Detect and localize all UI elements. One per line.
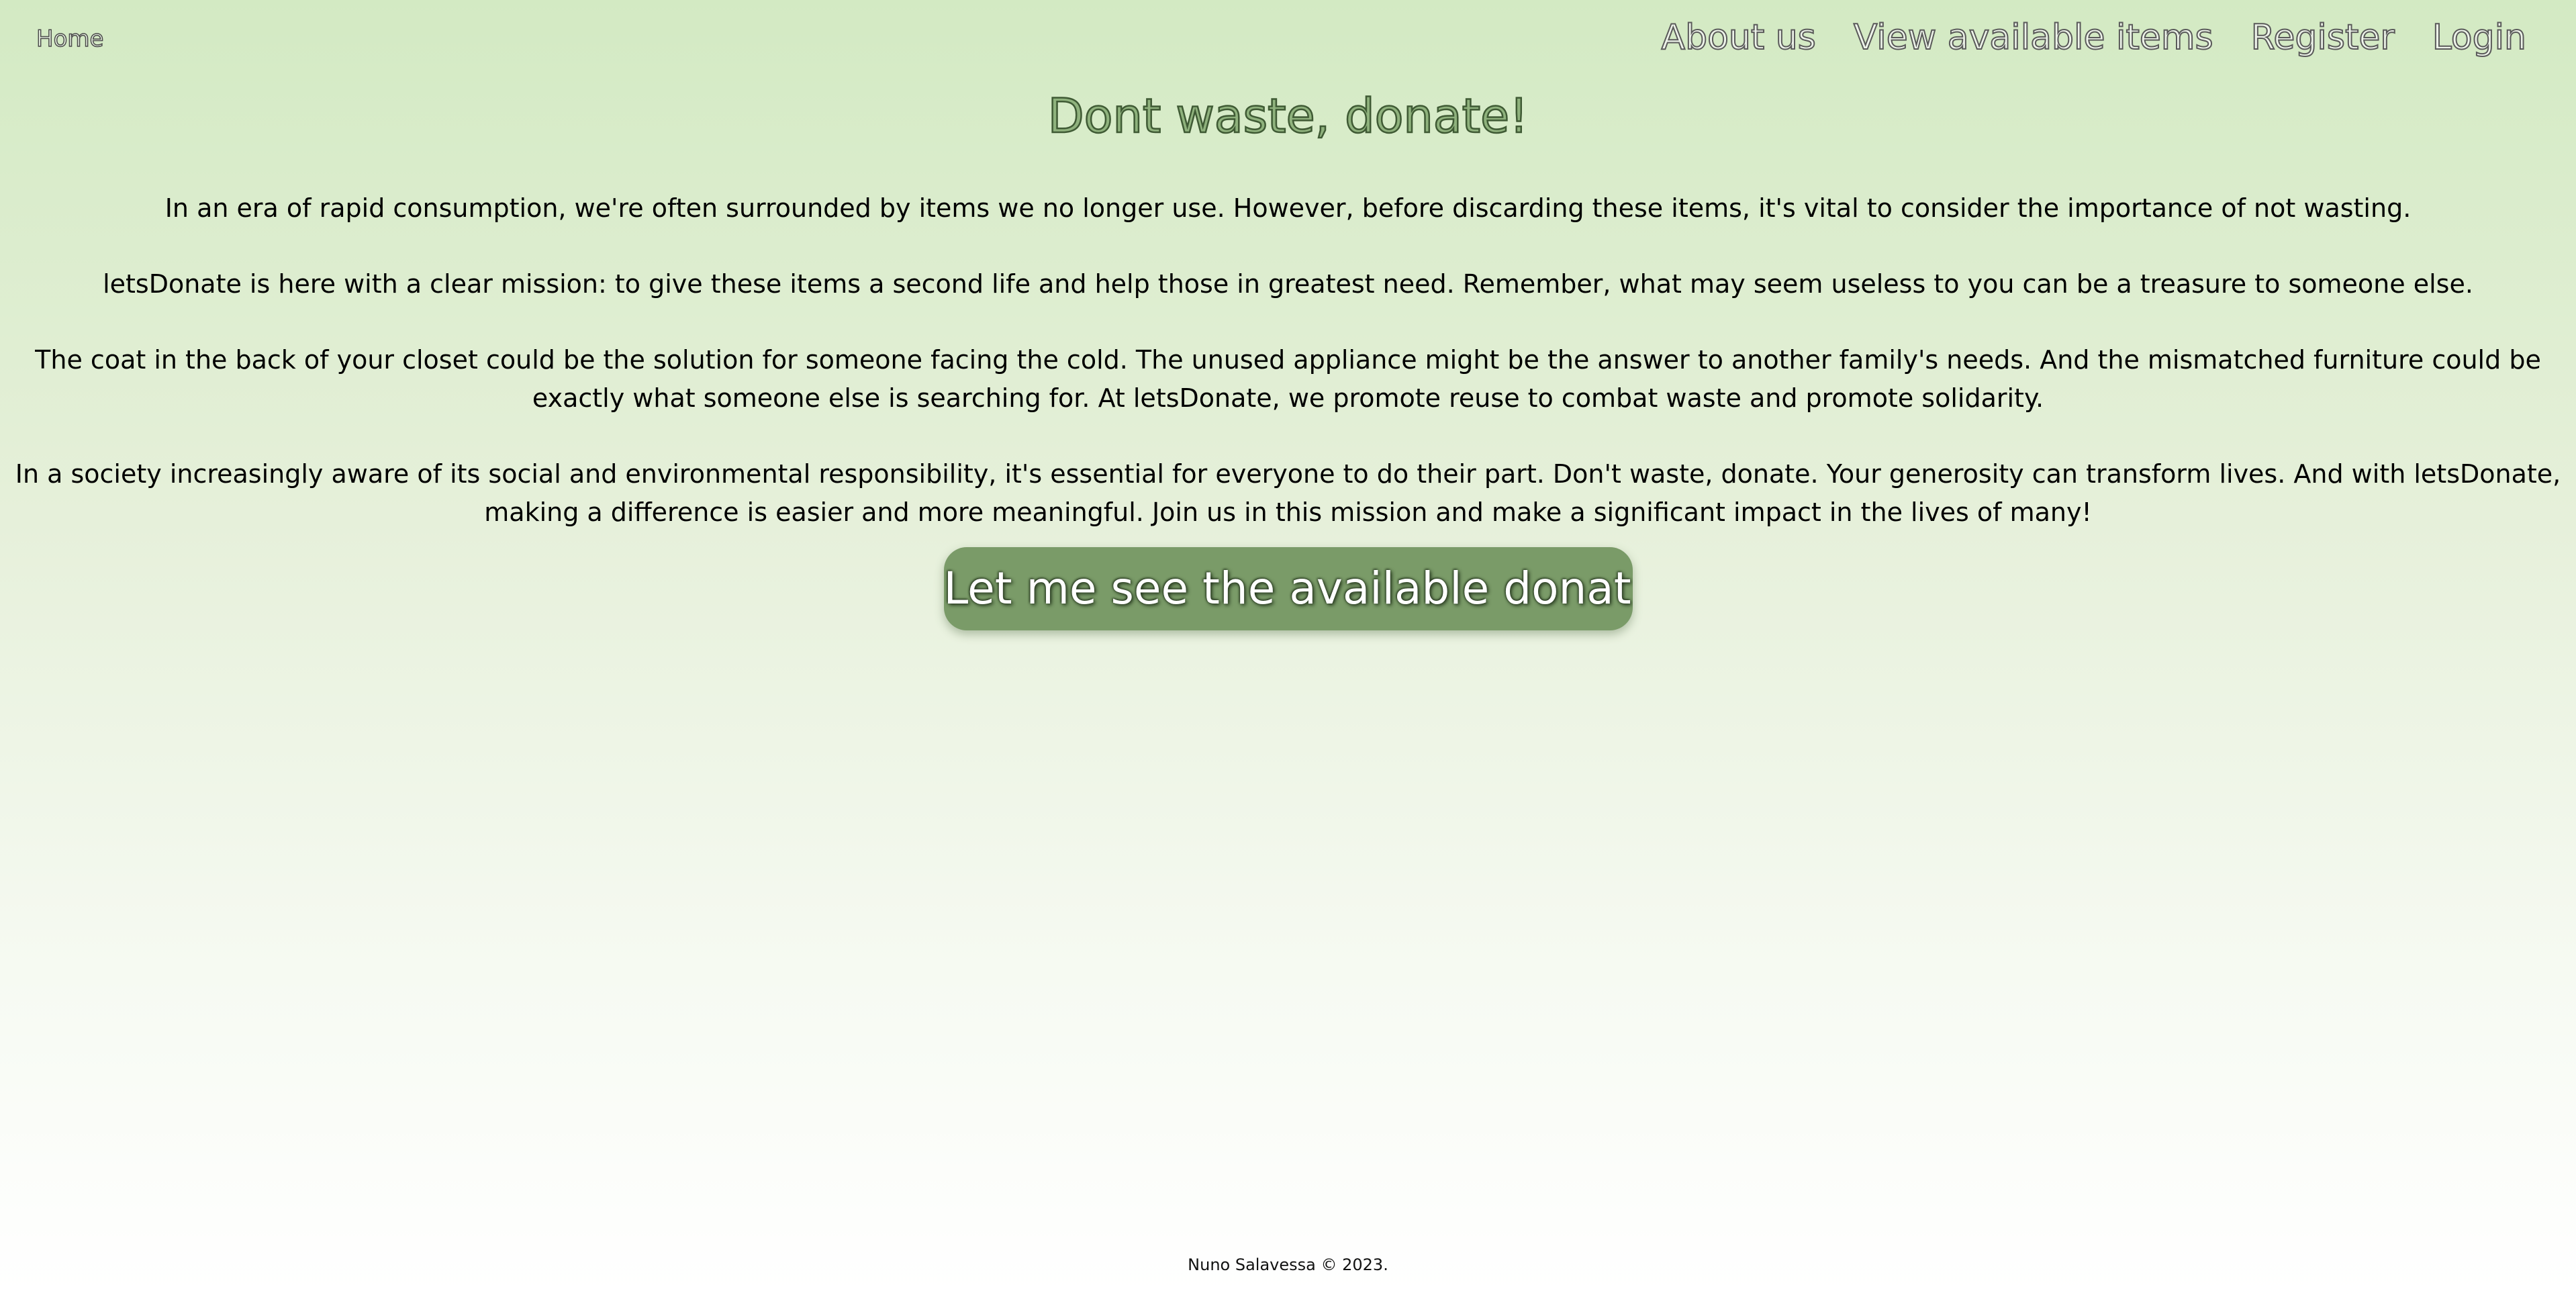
nav-link-about-us[interactable]: About us xyxy=(1661,17,1817,58)
nav-link-login[interactable]: Login xyxy=(2432,17,2527,58)
page-title: Dont waste, donate! xyxy=(1047,88,1529,145)
intro-content: In an era of rapid consumption, we're of… xyxy=(13,189,2563,532)
intro-paragraph: In a society increasingly aware of its s… xyxy=(15,459,2561,527)
cta-container: Let me see the available donations xyxy=(0,547,2576,633)
nav-links: About us View available items Register L… xyxy=(1661,17,2527,58)
nav-home-link[interactable]: Home xyxy=(36,25,104,53)
intro-paragraph: The coat in the back of your closet coul… xyxy=(35,345,2541,413)
navbar: Home About us View available items Regis… xyxy=(0,0,2576,81)
intro-paragraph: In an era of rapid consumption, we're of… xyxy=(164,193,2412,223)
see-donations-button[interactable]: Let me see the available donations xyxy=(943,547,1633,630)
footer-copyright: Nuno Salavessa © 2023. xyxy=(1188,1255,1388,1274)
nav-link-view-available-items[interactable]: View available items xyxy=(1853,17,2214,58)
intro-paragraph: letsDonate is here with a clear mission:… xyxy=(103,269,2473,299)
nav-link-register[interactable]: Register xyxy=(2250,17,2395,58)
